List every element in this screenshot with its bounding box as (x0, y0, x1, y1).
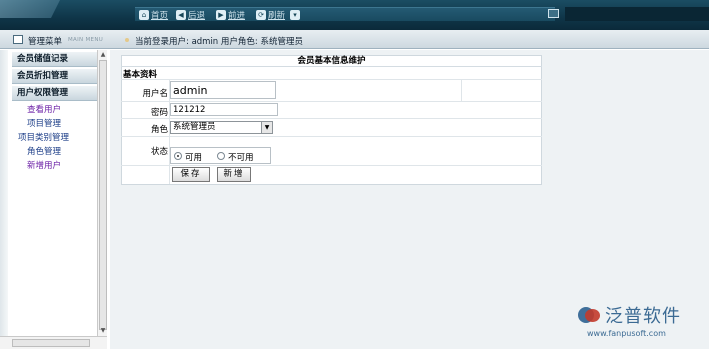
scroll-down-icon[interactable]: ▼ (99, 327, 107, 335)
status-disabled-label: 不可用 (228, 153, 254, 163)
sidebar-item-project-mgmt[interactable]: 项目管理 (27, 117, 61, 129)
sub-header-bar (0, 30, 709, 49)
row-divider (121, 101, 542, 102)
col-divider (461, 79, 462, 101)
back-label: 后退 (188, 10, 206, 21)
role-select-value: 系统管理员 (173, 122, 216, 132)
scroll-thumb[interactable] (99, 60, 107, 330)
forward-button[interactable]: ▶ 前进 (216, 9, 246, 21)
brand-name: 泛普软件 (605, 306, 681, 327)
sidebar-left-strip (0, 50, 8, 337)
sidebar-section-discount[interactable]: 会员折扣管理 (12, 69, 98, 84)
current-user-info: 当前登录用户: admin 用户角色: 系统管理员 (135, 37, 303, 47)
refresh-label: 刷新 (268, 10, 286, 21)
form-title: 会员基本信息维护 (121, 55, 542, 67)
refresh-button[interactable]: ⟳ 刷新 ▾ (256, 9, 301, 21)
menu-icon (13, 35, 23, 44)
bullet-icon (125, 38, 129, 42)
password-label: 密码 (150, 108, 168, 118)
topbar-right-panel (565, 7, 709, 21)
password-input[interactable] (170, 103, 278, 116)
status-radio-enabled[interactable] (174, 152, 182, 160)
forward-label: 前进 (228, 10, 246, 21)
home-icon: ⌂ (139, 9, 149, 20)
brand-logo-icon (578, 305, 602, 325)
fullscreen-icon[interactable] (548, 9, 559, 18)
row-divider (121, 136, 542, 137)
menu-title: 管理菜单 (28, 37, 63, 47)
home-label: 首页 (151, 10, 169, 21)
status-enabled-label: 可用 (185, 153, 203, 163)
back-button[interactable]: ◀ 后退 (176, 9, 206, 21)
dropdown-icon: ▾ (290, 9, 301, 20)
sidebar-item-role-mgmt[interactable]: 角色管理 (27, 145, 61, 157)
status-radio-disabled[interactable] (217, 152, 225, 160)
brand-url: www.fanpusoft.com (587, 329, 666, 338)
sidebar-item-add-user[interactable]: 新增用户 (27, 159, 61, 171)
app-logo-corner (0, 0, 60, 18)
arrow-left-icon: ◀ (176, 9, 186, 20)
arrow-right-icon: ▶ (216, 9, 226, 20)
new-button[interactable]: 新增 (217, 167, 251, 182)
row-divider (121, 165, 542, 166)
sidebar-horizontal-scrollbar[interactable] (0, 336, 107, 349)
sidebar-vertical-scrollbar[interactable]: ▲ ▼ (97, 50, 107, 337)
role-label: 角色 (150, 125, 168, 135)
row-divider (121, 118, 542, 119)
sidebar-section-stored-value[interactable]: 会员储值记录 (12, 52, 98, 67)
scroll-up-icon[interactable]: ▲ (99, 51, 107, 59)
sidebar-item-view-users[interactable]: 查看用户 (27, 103, 61, 115)
home-button[interactable]: ⌂ 首页 (139, 9, 169, 21)
role-select[interactable]: 系统管理员 ▼ (170, 121, 273, 134)
refresh-icon: ⟳ (256, 9, 266, 20)
status-label: 状态 (150, 147, 168, 157)
hscroll-thumb[interactable] (12, 339, 90, 347)
menu-subtitle: MAIN MENU (68, 37, 104, 43)
username-input[interactable] (170, 81, 276, 99)
row-divider (121, 79, 542, 80)
sidebar-section-permissions[interactable]: 用户权限管理 (12, 86, 98, 101)
save-button[interactable]: 保存 (172, 167, 210, 182)
chevron-down-icon[interactable]: ▼ (261, 122, 272, 133)
brand-watermark: 泛普软件 (578, 302, 681, 328)
sidebar-item-project-category[interactable]: 项目类别管理 (18, 131, 69, 143)
username-label: 用户名 (142, 89, 168, 99)
